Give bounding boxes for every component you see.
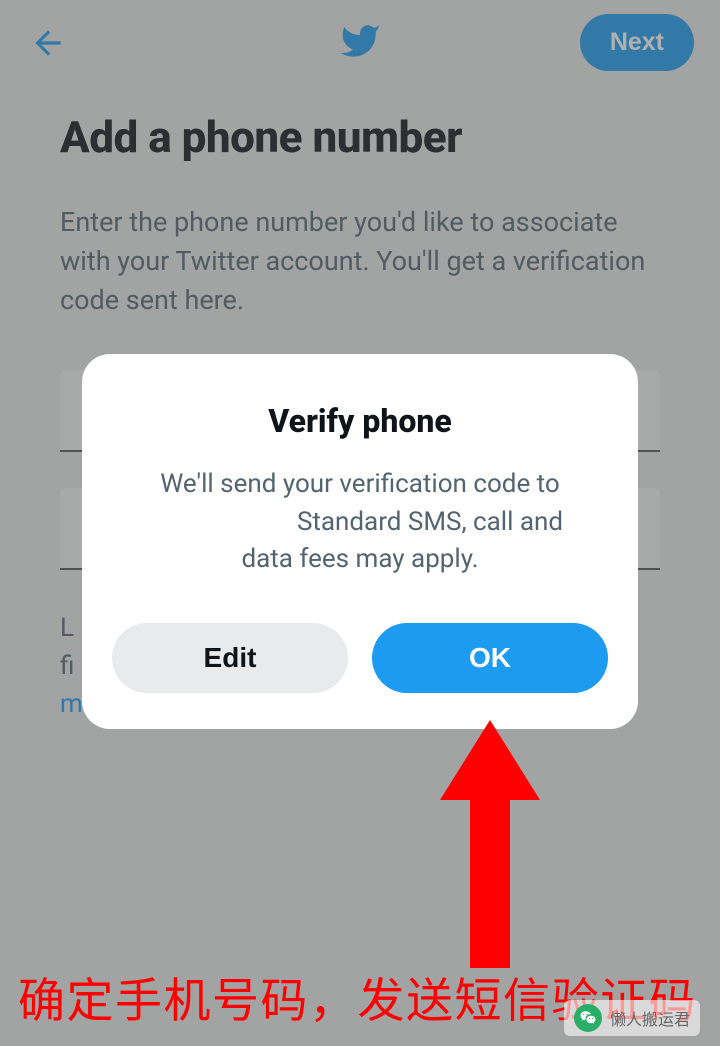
page-title: Add a phone number: [60, 111, 660, 163]
modal-body: We'll send your verification code to Sta…: [112, 466, 608, 579]
verify-phone-modal: Verify phone We'll send your verificatio…: [82, 354, 638, 729]
next-button[interactable]: Next: [580, 14, 694, 71]
helper-line-2: fi: [60, 651, 74, 681]
ok-button[interactable]: OK: [372, 623, 608, 693]
twitter-logo-icon: [339, 20, 381, 66]
wechat-icon: [574, 1004, 602, 1032]
page-subtitle: Enter the phone number you'd like to ass…: [60, 203, 660, 320]
back-button[interactable]: [26, 21, 70, 65]
learn-more-link[interactable]: m: [60, 689, 83, 719]
modal-body-line-3: data fees may apply.: [118, 541, 602, 579]
watermark-text: 懒人搬运君: [610, 1006, 690, 1030]
modal-actions: Edit OK: [112, 623, 608, 693]
helper-line-1: L: [60, 613, 74, 643]
modal-body-line-1: We'll send your verification code to: [118, 466, 602, 504]
modal-title: Verify phone: [112, 402, 608, 440]
arrow-left-icon: [29, 24, 67, 62]
annotation-arrow-icon: [430, 720, 550, 972]
header: Next: [0, 0, 720, 81]
edit-button[interactable]: Edit: [112, 623, 348, 693]
watermark: 懒人搬运君: [564, 1000, 700, 1036]
modal-body-line-2: Standard SMS, call and: [118, 504, 602, 542]
